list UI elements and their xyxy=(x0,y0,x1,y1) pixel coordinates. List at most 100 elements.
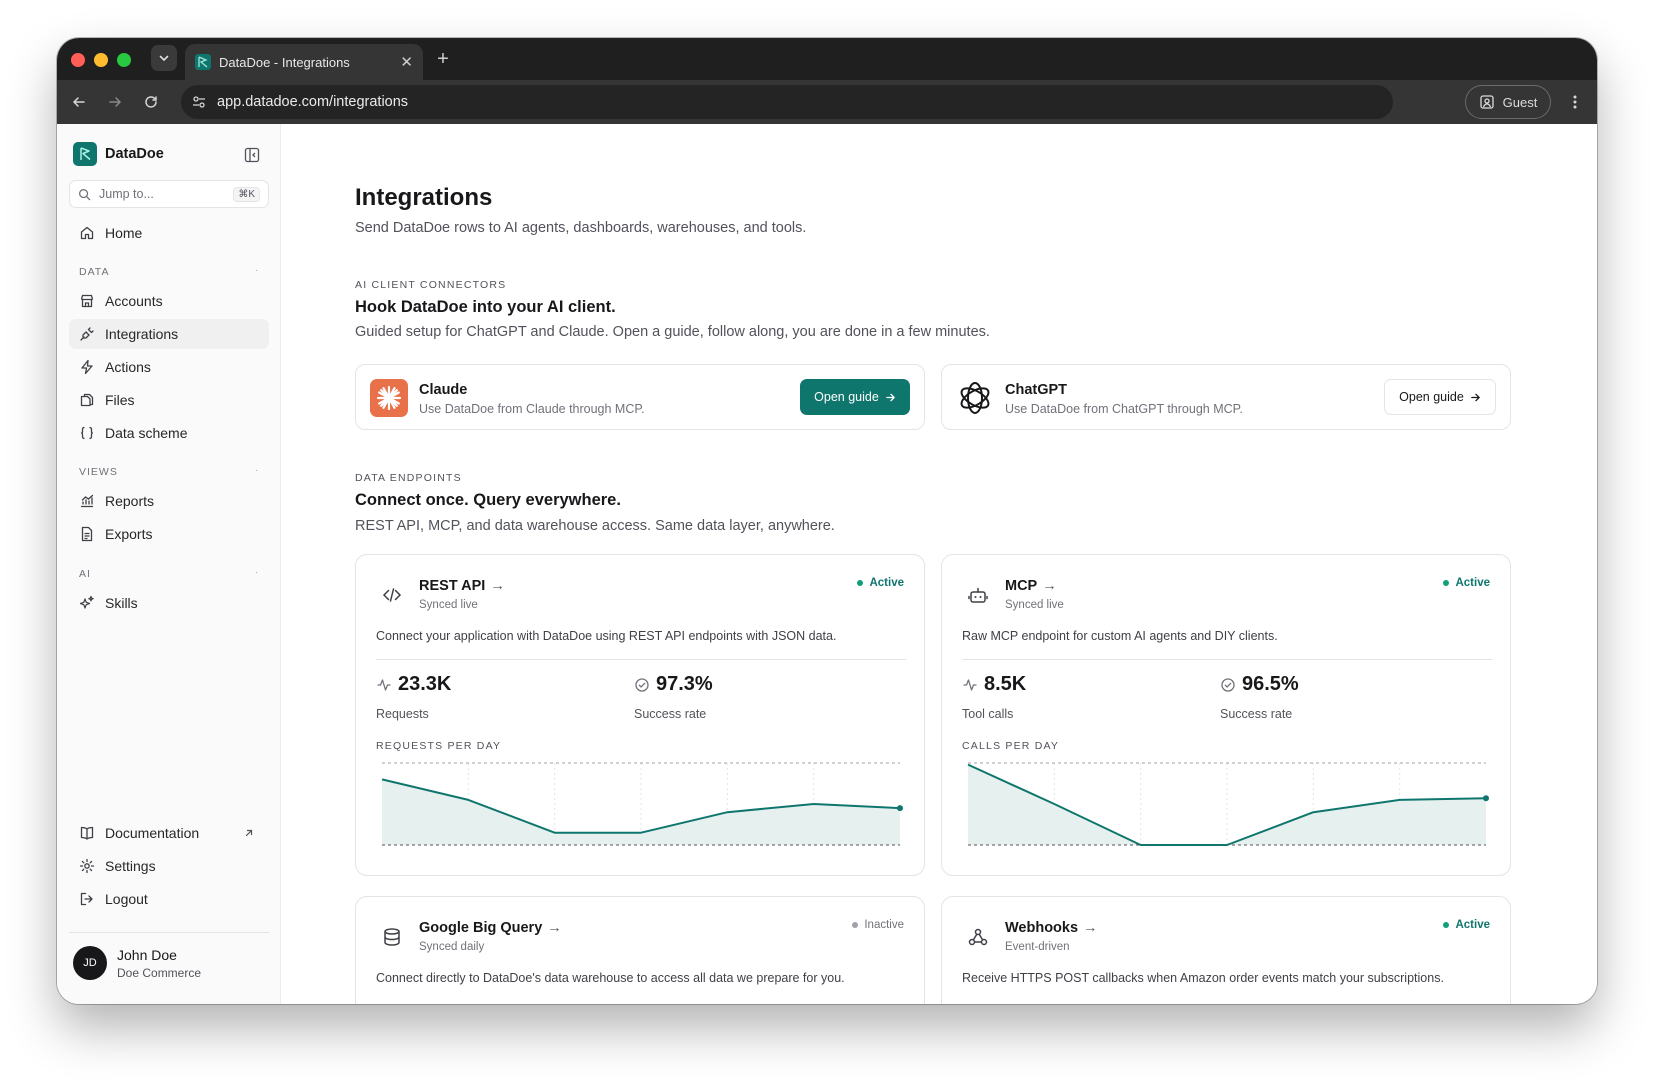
new-tab-button[interactable]: + xyxy=(430,46,456,72)
brand[interactable]: DataDoe xyxy=(73,142,164,166)
section-collapse-data[interactable]: · xyxy=(255,265,258,276)
browser-tab-active[interactable]: DataDoe - Integrations ✕ xyxy=(185,44,423,80)
status-dot xyxy=(1443,922,1450,928)
datadoe-favicon-icon xyxy=(195,54,211,70)
sidebar-item-logout[interactable]: Logout xyxy=(69,884,269,914)
sidebar-item-data-scheme[interactable]: Data scheme xyxy=(69,418,269,448)
check-circle-icon xyxy=(1221,677,1235,692)
collapse-sidebar-button[interactable] xyxy=(243,146,261,164)
status-dot xyxy=(852,922,859,928)
jump-to-search[interactable]: Jump to... ⌘K xyxy=(69,180,269,208)
google-big-query-card[interactable]: Google Big Query → Synced daily Inactive … xyxy=(355,896,925,1004)
requests-stat: 23.3K xyxy=(376,673,451,696)
brand-name: DataDoe xyxy=(105,146,164,162)
success-rate-value: 96.5% xyxy=(1242,673,1299,695)
google-big-query-name: Google Big Query xyxy=(419,920,543,936)
code-icon xyxy=(380,583,404,607)
minimize-window-button[interactable] xyxy=(94,53,108,67)
search-placeholder: Jump to... xyxy=(99,187,154,201)
address-url: app.datadoe.com/integrations xyxy=(217,94,409,110)
rest-api-sync-status: Synced live xyxy=(419,599,478,611)
endpoints-description: REST API, MCP, and data warehouse access… xyxy=(355,518,835,534)
sidebar-item-integrations[interactable]: Integrations xyxy=(69,319,269,349)
sidebar-item-exports[interactable]: Exports xyxy=(69,519,269,549)
sidebar-item-reports[interactable]: Reports xyxy=(69,486,269,516)
app-content: DataDoe Jump to... ⌘K Home DATA · Accoun… xyxy=(57,124,1597,1004)
chatgpt-logo-icon xyxy=(960,382,990,414)
endpoints-eyebrow: DATA ENDPOINTS xyxy=(355,472,462,484)
open-guide-label: Open guide xyxy=(814,390,879,404)
chatgpt-description: Use DataDoe from ChatGPT through MCP. xyxy=(1005,402,1243,416)
arrow-right-icon xyxy=(109,97,122,107)
sidebar-item-label: Actions xyxy=(105,359,151,375)
rest-api-title[interactable]: REST API → xyxy=(419,578,505,594)
reload-button[interactable] xyxy=(137,88,165,116)
rest-api-card[interactable]: REST API → Synced live Active Connect you… xyxy=(355,554,925,876)
success-rate-value: 97.3% xyxy=(656,673,713,695)
sidebar-item-label: Files xyxy=(105,392,135,408)
close-tab-icon[interactable]: ✕ xyxy=(400,53,413,71)
sidebar-item-accounts[interactable]: Accounts xyxy=(69,286,269,316)
sidebar-item-label: Documentation xyxy=(105,825,200,841)
lightning-icon xyxy=(81,359,93,375)
claude-description: Use DataDoe from Claude through MCP. xyxy=(419,402,645,416)
status-badge: Active xyxy=(1443,919,1490,931)
browser-menu-button[interactable] xyxy=(1565,91,1585,113)
section-collapse-ai[interactable]: · xyxy=(255,567,258,578)
forward-button[interactable] xyxy=(101,88,129,116)
mcp-title[interactable]: MCP → xyxy=(1005,578,1057,594)
more-vertical-icon xyxy=(1573,95,1577,109)
status-dot xyxy=(857,580,864,586)
claude-logo-icon xyxy=(370,379,408,417)
sidebar-item-files[interactable]: Files xyxy=(69,385,269,415)
maximize-window-button[interactable] xyxy=(117,53,131,67)
mcp-card[interactable]: MCP → Synced live Active Raw MCP endpoint… xyxy=(941,554,1511,876)
section-collapse-views[interactable]: · xyxy=(255,465,258,476)
sidebar-item-settings[interactable]: Settings xyxy=(69,851,269,881)
success-rate-stat: 97.3% xyxy=(634,673,713,696)
status-badge: Inactive xyxy=(852,919,904,931)
user-profile[interactable]: JD John Doe Doe Commerce xyxy=(73,946,201,980)
chatgpt-open-guide-button[interactable]: Open guide xyxy=(1384,379,1496,415)
status-badge: Active xyxy=(1443,577,1490,589)
requests-per-day-chart xyxy=(381,762,903,846)
rest-api-name: REST API xyxy=(419,578,486,594)
sidebar-item-documentation[interactable]: Documentation xyxy=(69,818,269,848)
check-circle-icon xyxy=(635,677,649,692)
calls-per-day-chart xyxy=(967,762,1489,846)
document-icon xyxy=(81,526,93,542)
arrow-right-icon: → xyxy=(490,578,505,594)
browser-toolbar: app.datadoe.com/integrations Guest xyxy=(57,80,1597,124)
sidebar-item-home[interactable]: Home xyxy=(69,218,269,248)
webhooks-sync-status: Event-driven xyxy=(1005,941,1070,953)
close-window-button[interactable] xyxy=(71,53,85,67)
claude-open-guide-button[interactable]: Open guide xyxy=(800,379,910,415)
google-big-query-title[interactable]: Google Big Query → xyxy=(419,920,562,936)
sidebar-item-actions[interactable]: Actions xyxy=(69,352,269,382)
webhooks-name: Webhooks xyxy=(1005,920,1079,936)
sparkles-icon xyxy=(79,595,94,609)
address-bar[interactable]: app.datadoe.com/integrations xyxy=(181,85,1393,119)
back-button[interactable] xyxy=(65,88,93,116)
profile-label: Guest xyxy=(1502,94,1538,110)
requests-value: 23.3K xyxy=(398,673,452,695)
braces-icon xyxy=(81,426,93,440)
sidebar: DataDoe Jump to... ⌘K Home DATA · Accoun… xyxy=(57,124,281,1004)
endpoints-title: Connect once. Query everywhere. xyxy=(355,491,621,509)
webhooks-card[interactable]: Webhooks → Event-driven Active Receive HT… xyxy=(941,896,1511,1004)
card-divider xyxy=(376,659,906,660)
store-icon xyxy=(80,294,94,308)
webhooks-title[interactable]: Webhooks → xyxy=(1005,920,1098,936)
success-rate-label: Success rate xyxy=(1220,707,1293,721)
sidebar-item-skills[interactable]: Skills xyxy=(69,588,269,618)
user-name: John Doe xyxy=(117,946,177,963)
sidebar-toggle-icon xyxy=(244,147,260,163)
browser-window: DataDoe - Integrations ✕ + app.datadoe.c… xyxy=(57,38,1597,1004)
site-settings-icon xyxy=(193,96,205,108)
mcp-description: Raw MCP endpoint for custom AI agents an… xyxy=(962,629,1278,643)
profile-button[interactable]: Guest xyxy=(1465,85,1551,119)
avatar: JD xyxy=(73,946,107,980)
success-rate-label: Success rate xyxy=(634,707,707,721)
tab-search-button[interactable] xyxy=(151,45,177,71)
main-panel: Integrations Send DataDoe rows to AI age… xyxy=(281,124,1597,1004)
